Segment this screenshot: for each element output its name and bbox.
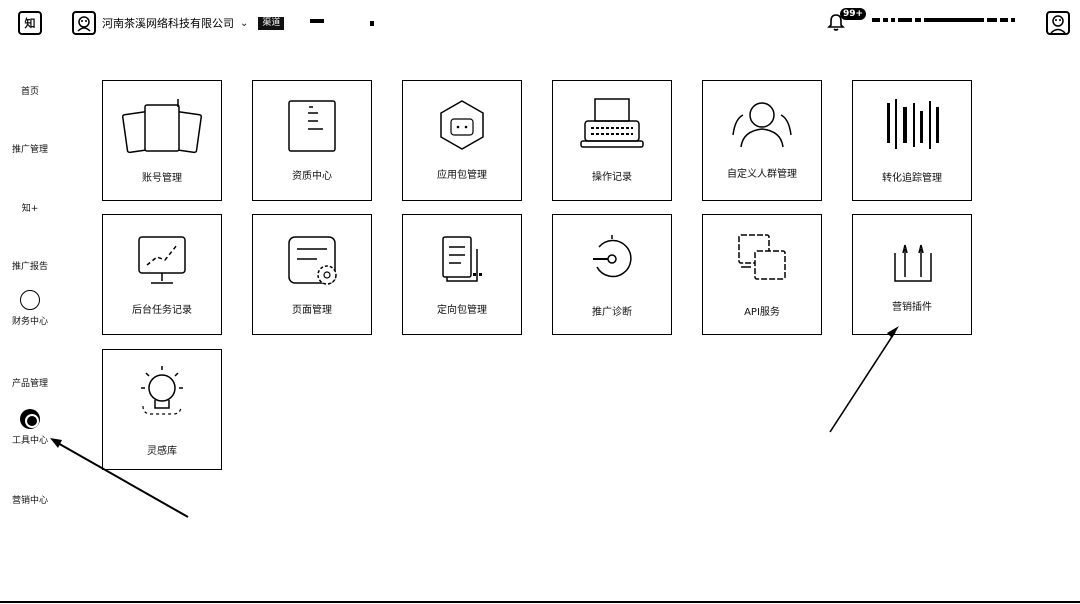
people-icon <box>732 102 792 148</box>
brand-logo[interactable]: 知 <box>18 11 42 35</box>
redacted-mark <box>310 19 324 23</box>
tool-card-label: API服务 <box>744 307 780 318</box>
sidebar-item-label: 营销中心 <box>11 496 48 506</box>
monitor-chart-icon <box>138 236 186 284</box>
tool-card-targeting-package[interactable]: 定向包管理 <box>402 214 522 335</box>
tool-card-label: 灵感库 <box>147 446 177 457</box>
sidebar-item-product[interactable]: 产品管理 <box>0 376 60 389</box>
notification-badge: 99+ <box>840 8 867 20</box>
sidebar-item-marketing[interactable]: 营销中心 <box>0 493 60 506</box>
top-bar: 知 河南茶溪网络科技有限公司 ⌄ 渠道 99+ <box>0 0 1080 48</box>
sidebar-item-home[interactable]: 首页 <box>0 84 60 97</box>
tool-card-label: 定向包管理 <box>437 305 487 316</box>
tool-card-label: 页面管理 <box>292 305 332 316</box>
diagnosis-icon <box>593 235 632 278</box>
tool-card-label: 营销插件 <box>892 302 932 313</box>
tool-card-api-service[interactable]: API服务 <box>702 214 822 335</box>
api-blocks-icon <box>738 234 786 280</box>
user-avatar-icon[interactable] <box>1046 11 1070 35</box>
lightbulb-icon <box>141 366 183 415</box>
tool-card-inspiration[interactable]: 灵感库 <box>102 349 222 470</box>
sidebar-item-label: 工具中心 <box>11 436 48 446</box>
tool-card-conversion-tracking[interactable]: 转化追踪管理 <box>852 80 972 201</box>
document-icon <box>288 100 336 152</box>
sidebar-item-label: 知+ <box>21 204 39 214</box>
bottom-border <box>0 601 1080 603</box>
account-tag: 渠道 <box>258 16 285 30</box>
sidebar: 首页 推广管理 知+ 推广报告 财务中心 产品管理 工具中心 营销中心 <box>0 60 60 600</box>
cards-icon <box>121 99 203 154</box>
sidebar-item-tools[interactable]: 工具中心 <box>0 409 60 446</box>
sidebar-item-label: 产品管理 <box>11 379 48 389</box>
sidebar-item-zhiplus[interactable]: 知+ <box>0 201 60 214</box>
redacted-mark <box>370 21 374 26</box>
tool-card-label: 转化追踪管理 <box>882 173 942 184</box>
tool-card-custom-audience[interactable]: 自定义人群管理 <box>702 80 822 201</box>
chevron-down-icon: ⌄ <box>240 17 249 29</box>
hexagon-icon <box>440 100 484 150</box>
tool-card-page-management[interactable]: 页面管理 <box>252 214 372 335</box>
tool-card-label: 资质中心 <box>292 171 332 182</box>
sidebar-item-label: 推广管理 <box>11 145 48 155</box>
tool-card-label: 后台任务记录 <box>132 305 192 316</box>
tool-card-account[interactable]: 账号管理 <box>102 80 222 201</box>
redacted-user-info <box>872 18 1015 22</box>
barcode-icon <box>887 99 939 149</box>
typewriter-icon <box>580 98 644 148</box>
tool-card-label: 推广诊断 <box>592 307 632 318</box>
company-avatar-icon <box>72 11 96 35</box>
tool-card-label: 应用包管理 <box>437 170 487 181</box>
tool-card-label: 账号管理 <box>142 173 182 184</box>
tool-card-label: 操作记录 <box>592 172 632 183</box>
account-name: 河南茶溪网络科技有限公司 <box>102 17 234 30</box>
tool-card-promotion-diagnosis[interactable]: 推广诊断 <box>552 214 672 335</box>
sidebar-item-finance[interactable]: 财务中心 <box>0 290 60 327</box>
page-gear-icon <box>288 236 337 285</box>
tool-card-background-task[interactable]: 后台任务记录 <box>102 214 222 335</box>
tool-card-operation-log[interactable]: 操作记录 <box>552 80 672 201</box>
sidebar-item-report[interactable]: 推广报告 <box>0 259 60 272</box>
account-switcher[interactable]: 河南茶溪网络科技有限公司 ⌄ 渠道 <box>72 11 285 35</box>
tool-card-qualification[interactable]: 资质中心 <box>252 80 372 201</box>
circle-icon <box>20 290 40 310</box>
sidebar-item-label: 首页 <box>20 87 39 97</box>
document-list-icon <box>442 236 482 282</box>
tool-card-app-package[interactable]: 应用包管理 <box>402 80 522 201</box>
tool-icon <box>20 409 40 429</box>
sidebar-item-label: 财务中心 <box>11 317 48 327</box>
tool-card-marketing-plugin[interactable]: 营销插件 <box>852 214 972 335</box>
tool-card-label: 自定义人群管理 <box>727 169 797 180</box>
plugin-icon <box>894 244 932 282</box>
sidebar-item-label: 推广报告 <box>11 262 48 272</box>
sidebar-item-promotion[interactable]: 推广管理 <box>0 142 60 155</box>
